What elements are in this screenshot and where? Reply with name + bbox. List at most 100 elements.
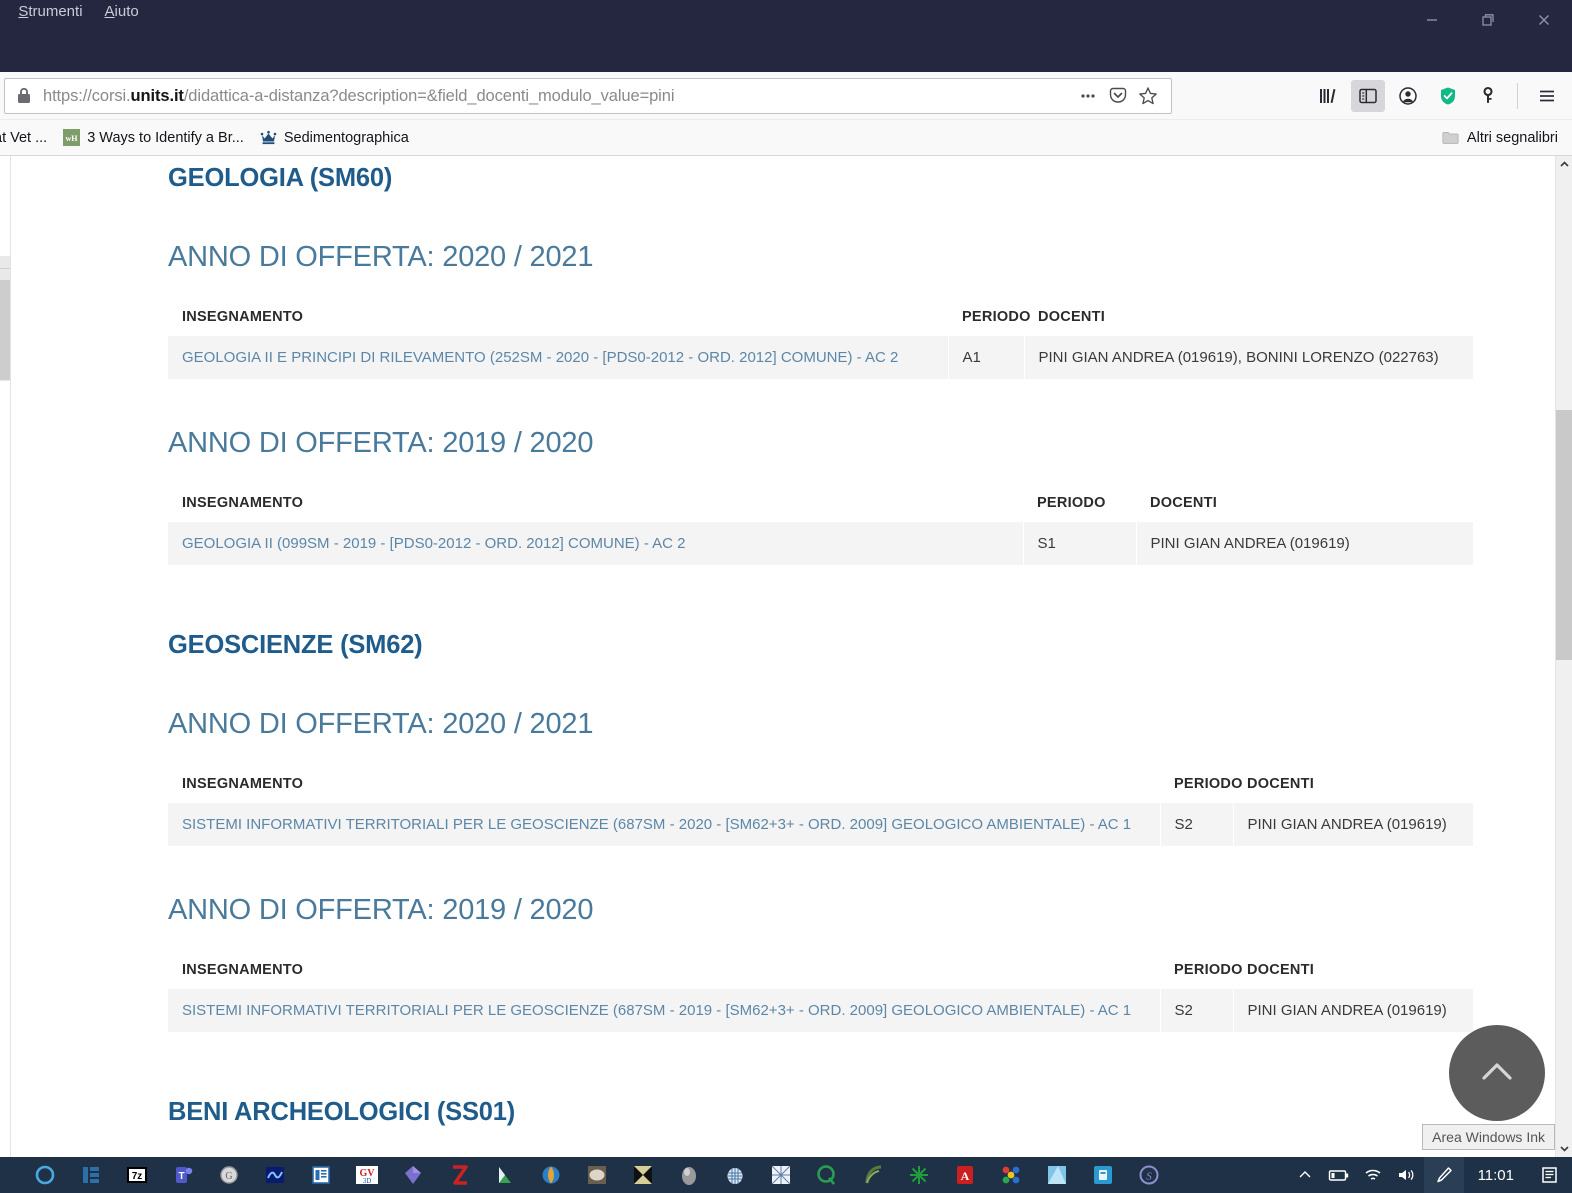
column-header-periodo: PERIODO [1037, 495, 1106, 511]
column-header-periodo: PERIODO [1174, 962, 1243, 978]
bookmark-item[interactable]: Sedimentographica [252, 126, 417, 149]
course-link[interactable]: GEOLOGIA II (099SM - 2019 - [PDS0-2012 -… [182, 535, 686, 552]
bookmark-item[interactable]: at Vet ... [0, 127, 55, 149]
acrobat-icon[interactable]: A [942, 1157, 988, 1193]
wifi-icon[interactable] [1356, 1157, 1390, 1193]
menu-item-strumenti[interactable]: Strumenti [18, 3, 82, 20]
app-3d-icon[interactable] [68, 1157, 114, 1193]
affinity-icon[interactable] [1034, 1157, 1080, 1193]
svg-text:3D: 3D [363, 1177, 372, 1185]
cell-insegnamento: SISTEMI INFORMATIVI TERRITORIALI PER LE … [168, 989, 1161, 1032]
table-row: SISTEMI INFORMATIVI TERRITORIALI PER LE … [168, 803, 1473, 846]
cell-docenti: PINI GIAN ANDREA (019619) [1136, 522, 1473, 565]
flower-icon[interactable] [988, 1157, 1034, 1193]
url-bar[interactable]: https://corsi.units.it/didattica-a-dista… [4, 78, 1172, 114]
page-actions-icon[interactable] [1073, 82, 1103, 110]
windows-ink-pen-icon[interactable] [1423, 1157, 1464, 1193]
year-heading: ANNO DI OFFERTA: 2020 / 2021 [168, 241, 594, 273]
other-bookmarks-label: Altri segnalibri [1466, 129, 1558, 146]
svg-text:T: T [178, 1171, 184, 1182]
taskbar-clock[interactable]: 11:01 [1464, 1157, 1528, 1193]
course-link[interactable]: SISTEMI INFORMATIVI TERRITORIALI PER LE … [182, 816, 1131, 833]
page-content: GEOLOGIA (SM60) ANNO DI OFFERTA: 2020 / … [0, 156, 1540, 1157]
column-header-insegnamento: INSEGNAMENTO [182, 962, 304, 978]
windows-taskbar: 7z T G GV 3D A S 11:01 [0, 1157, 1572, 1193]
globe-icon[interactable] [528, 1157, 574, 1193]
sidebar-icon[interactable] [1351, 80, 1385, 112]
svg-text:7z: 7z [132, 1171, 143, 1182]
column-header-docenti: DOCENTI [1247, 776, 1314, 792]
generic-g-icon[interactable]: G [206, 1157, 252, 1193]
restore-icon[interactable] [1460, 2, 1516, 38]
cell-docenti: PINI GIAN ANDREA (019619) [1233, 989, 1473, 1032]
cell-insegnamento: GEOLOGIA II E PRINCIPI DI RILEVAMENTO (2… [168, 336, 949, 379]
x-icon[interactable] [620, 1157, 666, 1193]
chevron-up-icon [1482, 1063, 1512, 1080]
column-header-docenti: DOCENTI [1247, 962, 1314, 978]
menu-icon[interactable] [1530, 80, 1564, 112]
course-link[interactable]: GEOLOGIA II E PRINCIPI DI RILEVAMENTO (2… [182, 349, 898, 366]
vertical-scrollbar[interactable] [1555, 156, 1572, 1157]
notifications-icon[interactable] [1528, 1157, 1572, 1193]
course-heading: GEOLOGIA (SM60) [168, 164, 393, 192]
left-scrollbar-divider [0, 268, 10, 269]
screen: ri Strumenti Aiuto [0, 0, 1572, 1193]
content-left-border [10, 156, 11, 1157]
dome-icon[interactable] [712, 1157, 758, 1193]
q-icon[interactable] [804, 1157, 850, 1193]
bookmark-item[interactable]: wH 3 Ways to Identify a Br... [55, 126, 252, 149]
scroll-down-arrow-icon[interactable] [1556, 1140, 1572, 1157]
taskbar-apps: 7z T G GV 3D A S [0, 1157, 1172, 1193]
minimize-icon[interactable] [1404, 2, 1460, 38]
blue-app-icon[interactable] [1080, 1157, 1126, 1193]
close-icon[interactable] [1516, 2, 1572, 38]
bookmark-star-icon[interactable] [1133, 82, 1163, 110]
star-icon[interactable] [896, 1157, 942, 1193]
arc-icon[interactable] [850, 1157, 896, 1193]
bookmarks-bar: at Vet ... wH 3 Ways to Identify a Br...… [0, 120, 1572, 156]
courses-table: INSEGNAMENTO PERIODO DOCENTI GEOLOGIA II… [168, 309, 1473, 379]
key-icon[interactable] [1471, 80, 1505, 112]
teams-icon[interactable]: T [160, 1157, 206, 1193]
chevron-up-icon[interactable] [1288, 1157, 1322, 1193]
table-header-row: INSEGNAMENTO PERIODO DOCENTI [168, 776, 1473, 803]
url-text[interactable]: https://corsi.units.it/didattica-a-dista… [43, 87, 1073, 106]
gem-icon[interactable] [390, 1157, 436, 1193]
browser-titlebar: ri Strumenti Aiuto [0, 0, 1572, 72]
volume-icon[interactable] [1390, 1157, 1424, 1193]
column-header-periodo: PERIODO [962, 309, 1031, 325]
column-header-periodo: PERIODO [1174, 776, 1243, 792]
vertical-scrollbar-thumb[interactable] [1556, 410, 1572, 660]
left-scrollbar-thumb[interactable] [0, 280, 10, 380]
svg-text:G: G [225, 1171, 232, 1182]
year-heading: ANNO DI OFFERTA: 2020 / 2021 [168, 708, 594, 740]
folder-icon [1442, 129, 1459, 146]
s-icon[interactable]: S [1126, 1157, 1172, 1193]
battery-icon[interactable] [1322, 1157, 1356, 1193]
course-link[interactable]: SISTEMI INFORMATIVI TERRITORIALI PER LE … [182, 1002, 1131, 1019]
column-header-insegnamento: INSEGNAMENTO [182, 309, 304, 325]
pocket-icon[interactable] [1103, 82, 1133, 110]
column-header-insegnamento: INSEGNAMENTO [182, 776, 304, 792]
7zip-icon[interactable]: 7z [114, 1157, 160, 1193]
library-icon[interactable] [1311, 80, 1345, 112]
sphere-icon[interactable] [574, 1157, 620, 1193]
account-icon[interactable] [1391, 80, 1425, 112]
cortana-icon[interactable] [22, 1157, 68, 1193]
course-heading: GEOSCIENZE (SM62) [168, 631, 423, 659]
scroll-to-top-button[interactable] [1449, 1025, 1545, 1121]
gv3d-icon[interactable]: GV 3D [344, 1157, 390, 1193]
wave-icon[interactable] [252, 1157, 298, 1193]
cell-periodo: S1 [1023, 522, 1137, 565]
courses-table: INSEGNAMENTO PERIODO DOCENTI SISTEMI INF… [168, 962, 1473, 1032]
other-bookmarks-button[interactable]: Altri segnalibri [1442, 129, 1558, 146]
scroll-up-arrow-icon[interactable] [1556, 156, 1572, 173]
menu-item-aiuto[interactable]: Aiuto [105, 3, 139, 20]
svg-text:S: S [1146, 1171, 1152, 1183]
egg-icon[interactable] [666, 1157, 712, 1193]
mesh-icon[interactable] [758, 1157, 804, 1193]
z-icon[interactable] [436, 1157, 482, 1193]
window-icon[interactable] [298, 1157, 344, 1193]
shield-icon[interactable] [1431, 80, 1465, 112]
leaf-icon[interactable] [482, 1157, 528, 1193]
